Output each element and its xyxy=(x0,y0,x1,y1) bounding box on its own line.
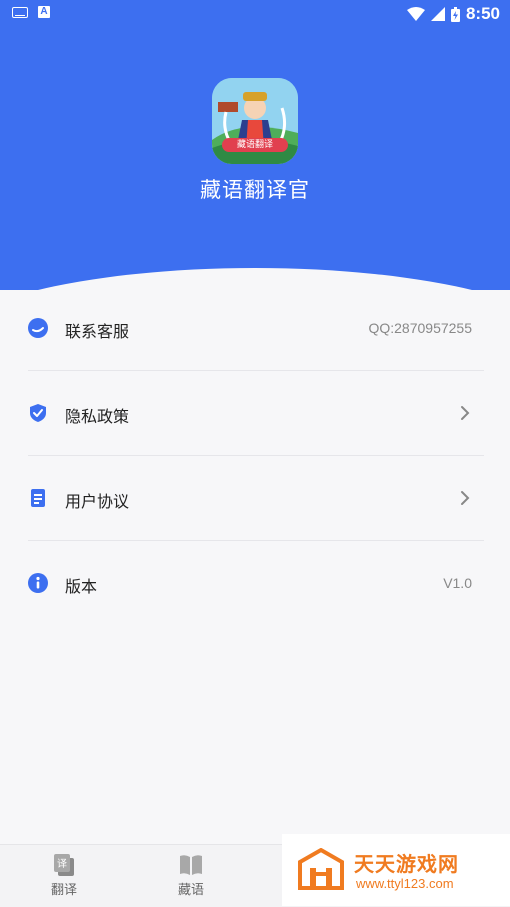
contact-service-row[interactable]: 联系客服 QQ:2870957255 xyxy=(28,286,484,371)
tab-translate[interactable]: 译 翻译 xyxy=(24,853,104,898)
tab-tibetan-label: 藏语 xyxy=(177,883,204,898)
tab-translate-label: 翻译 xyxy=(50,883,77,898)
contact-qq-value: QQ:2870957255 xyxy=(368,320,472,336)
translate-icon: 译 xyxy=(54,854,74,876)
tab-tibetan[interactable]: 藏语 xyxy=(151,853,231,898)
site-watermark: 天天游戏网 www.ttyl123.com xyxy=(282,834,510,906)
watermark-url: www.ttyl123.com xyxy=(356,876,454,891)
privacy-policy-row[interactable]: 隐私政策 xyxy=(28,371,484,456)
status-time: 8:50 xyxy=(465,4,500,23)
document-icon xyxy=(31,489,45,507)
battery-icon xyxy=(450,6,460,22)
header-banner: A 8:50 藏语翻译 藏语翻译官 xyxy=(0,0,510,290)
watermark-logo-icon xyxy=(298,848,344,890)
text-input-icon: A xyxy=(38,6,50,18)
settings-list: 联系客服 QQ:2870957255 隐私政策 用户协议 版本 V1.0 xyxy=(28,286,484,625)
keyboard-icon xyxy=(12,6,28,18)
logo-badge-text: 藏语翻译 xyxy=(236,140,273,150)
app-logo: 藏语翻译 xyxy=(212,78,298,164)
privacy-policy-label: 隐私政策 xyxy=(65,407,130,426)
wifi-icon xyxy=(406,7,425,21)
chevron-right-icon xyxy=(461,491,470,505)
chat-icon xyxy=(28,318,48,338)
user-agreement-row[interactable]: 用户协议 xyxy=(28,456,484,541)
svg-text:译: 译 xyxy=(57,858,67,870)
contact-service-label: 联系客服 xyxy=(65,322,130,341)
shield-icon xyxy=(30,404,46,422)
signal-icon xyxy=(430,7,445,21)
version-value: V1.0 xyxy=(443,575,472,591)
watermark-title: 天天游戏网 xyxy=(354,852,459,876)
info-icon xyxy=(28,573,48,593)
app-title: 藏语翻译官 xyxy=(200,178,310,202)
book-icon xyxy=(180,855,202,875)
version-label: 版本 xyxy=(65,577,98,596)
chevron-right-icon xyxy=(461,406,470,420)
user-agreement-label: 用户协议 xyxy=(65,492,130,511)
version-row: 版本 V1.0 xyxy=(28,541,484,625)
status-bar: A 8:50 xyxy=(0,0,510,28)
